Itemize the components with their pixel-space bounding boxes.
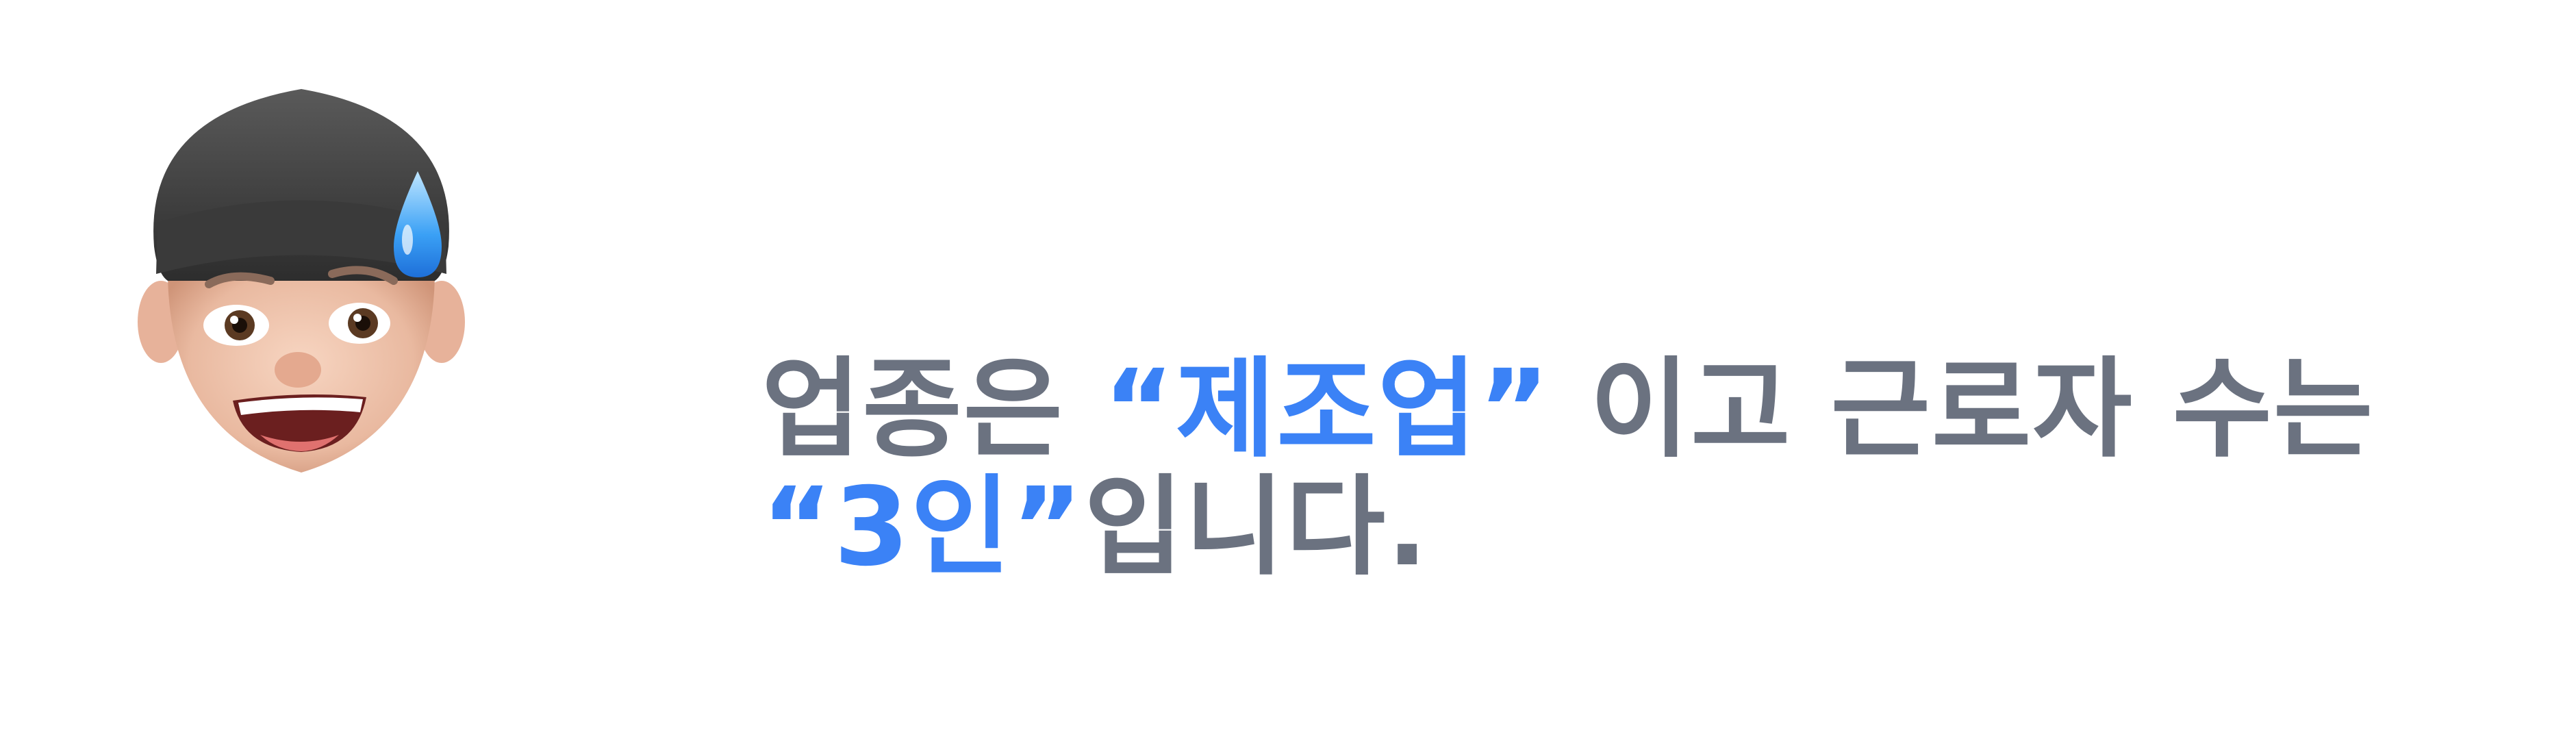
message-line-1: 업종은 “제조업” 이고 근로자 수는: [761, 351, 2473, 468]
message-line-2: “3인”입니다.: [761, 468, 2473, 586]
message-text-part: 업종은: [761, 347, 1104, 473]
employee-count-highlight: “3인”: [761, 464, 1084, 590]
message-text: 업종은 “제조업” 이고 근로자 수는 “3인”입니다.: [761, 351, 2473, 586]
message-text-part: 입니다.: [1083, 464, 1430, 590]
message-text-part: 이고 근로자 수는: [1550, 347, 2375, 473]
industry-highlight: “제조업”: [1103, 347, 1551, 473]
memoji-face-icon: [138, 89, 465, 473]
memoji-avatar-icon: [130, 75, 472, 486]
